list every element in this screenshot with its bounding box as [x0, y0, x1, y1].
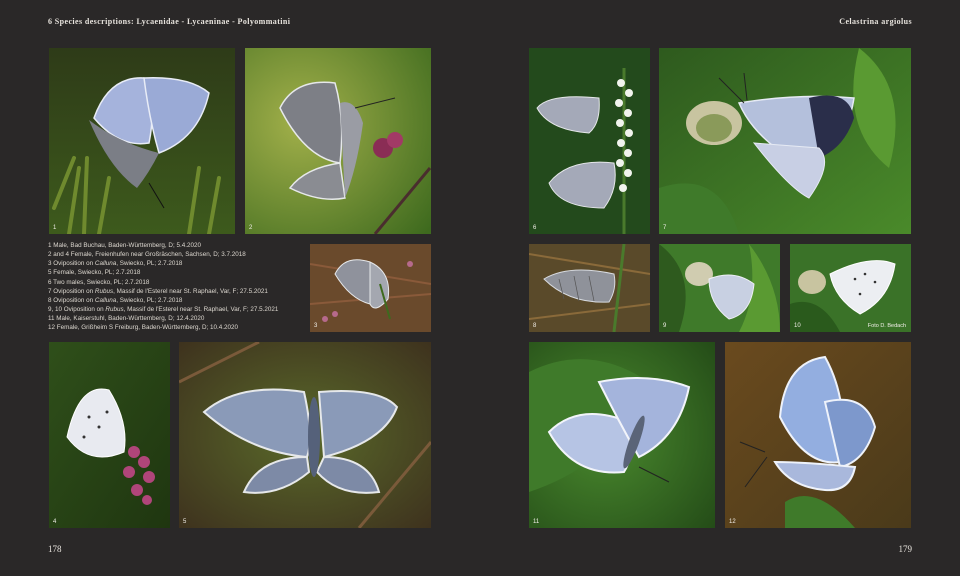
photo-number: 3 — [314, 323, 318, 329]
photo-number: 2 — [249, 225, 253, 231]
photo-number: 6 — [533, 225, 537, 231]
photo-number: 4 — [53, 519, 57, 525]
page-number-right: 179 — [898, 544, 913, 554]
caption-line: 9, 10 Oviposition on Rubus, Massif de l'… — [48, 306, 279, 314]
photo-7: 7 — [659, 48, 911, 234]
photo-number: 8 — [533, 323, 537, 329]
caption-line: 6 Two males, Swiecko, PL; 2.7.2018 — [48, 278, 150, 286]
photo-number: 10 — [794, 323, 801, 329]
photo-12: 12 — [725, 342, 911, 528]
right-page: Celastrina argiolus 6 7 8 9 10 Foto D. B… — [480, 0, 960, 576]
photo-9: 9 — [659, 244, 780, 332]
photo-1: 1 — [49, 48, 235, 234]
photo-6: 6 — [529, 48, 650, 234]
photo-8: 8 — [529, 244, 650, 332]
caption-line: 5 Female, Swiecko, PL; 2.7.2018 — [48, 269, 141, 277]
page-number-left: 178 — [48, 544, 62, 554]
figure-captions: 1 Male, Bad Buchau, Baden-Württemberg, D… — [48, 241, 306, 333]
photo-credit: Foto D. Bedach — [867, 323, 906, 329]
photo-number: 9 — [663, 323, 667, 329]
caption-line: 12 Female, Grißheim S Freiburg, Baden-Wü… — [48, 324, 239, 332]
running-header-right: Celastrina argiolus — [839, 17, 912, 26]
photo-5: 5 — [179, 342, 431, 528]
photo-number: 1 — [53, 225, 57, 231]
caption-line: 11 Male, Kaiserstuhl, Baden-Württemberg,… — [48, 315, 205, 323]
caption-line: 1 Male, Bad Buchau, Baden-Württemberg, D… — [48, 242, 201, 249]
left-page: 6 Species descriptions: Lycaenidae - Lyc… — [0, 0, 480, 576]
photo-number: 7 — [663, 225, 667, 231]
photo-number: 11 — [533, 519, 540, 525]
caption-line: 7 Oviposition on Rubus, Massif de l'Este… — [48, 287, 268, 295]
photo-11: 11 — [529, 342, 715, 528]
photo-number: 5 — [183, 519, 187, 525]
photo-2: 2 — [245, 48, 431, 234]
caption-line: 3 Oviposition on Calluna, Swiecko, PL; 2… — [48, 260, 183, 268]
photo-10: 10 Foto D. Bedach — [790, 244, 911, 332]
running-header-left: 6 Species descriptions: Lycaenidae - Lyc… — [48, 17, 291, 26]
caption-line: 8 Oviposition on Calluna, Swiecko, PL; 2… — [48, 296, 183, 304]
photo-4: 4 — [49, 342, 170, 528]
photo-3: 3 — [310, 244, 431, 332]
caption-line: 2 and 4 Female, Freienhufen near Großräs… — [48, 251, 246, 259]
photo-number: 12 — [729, 519, 736, 525]
